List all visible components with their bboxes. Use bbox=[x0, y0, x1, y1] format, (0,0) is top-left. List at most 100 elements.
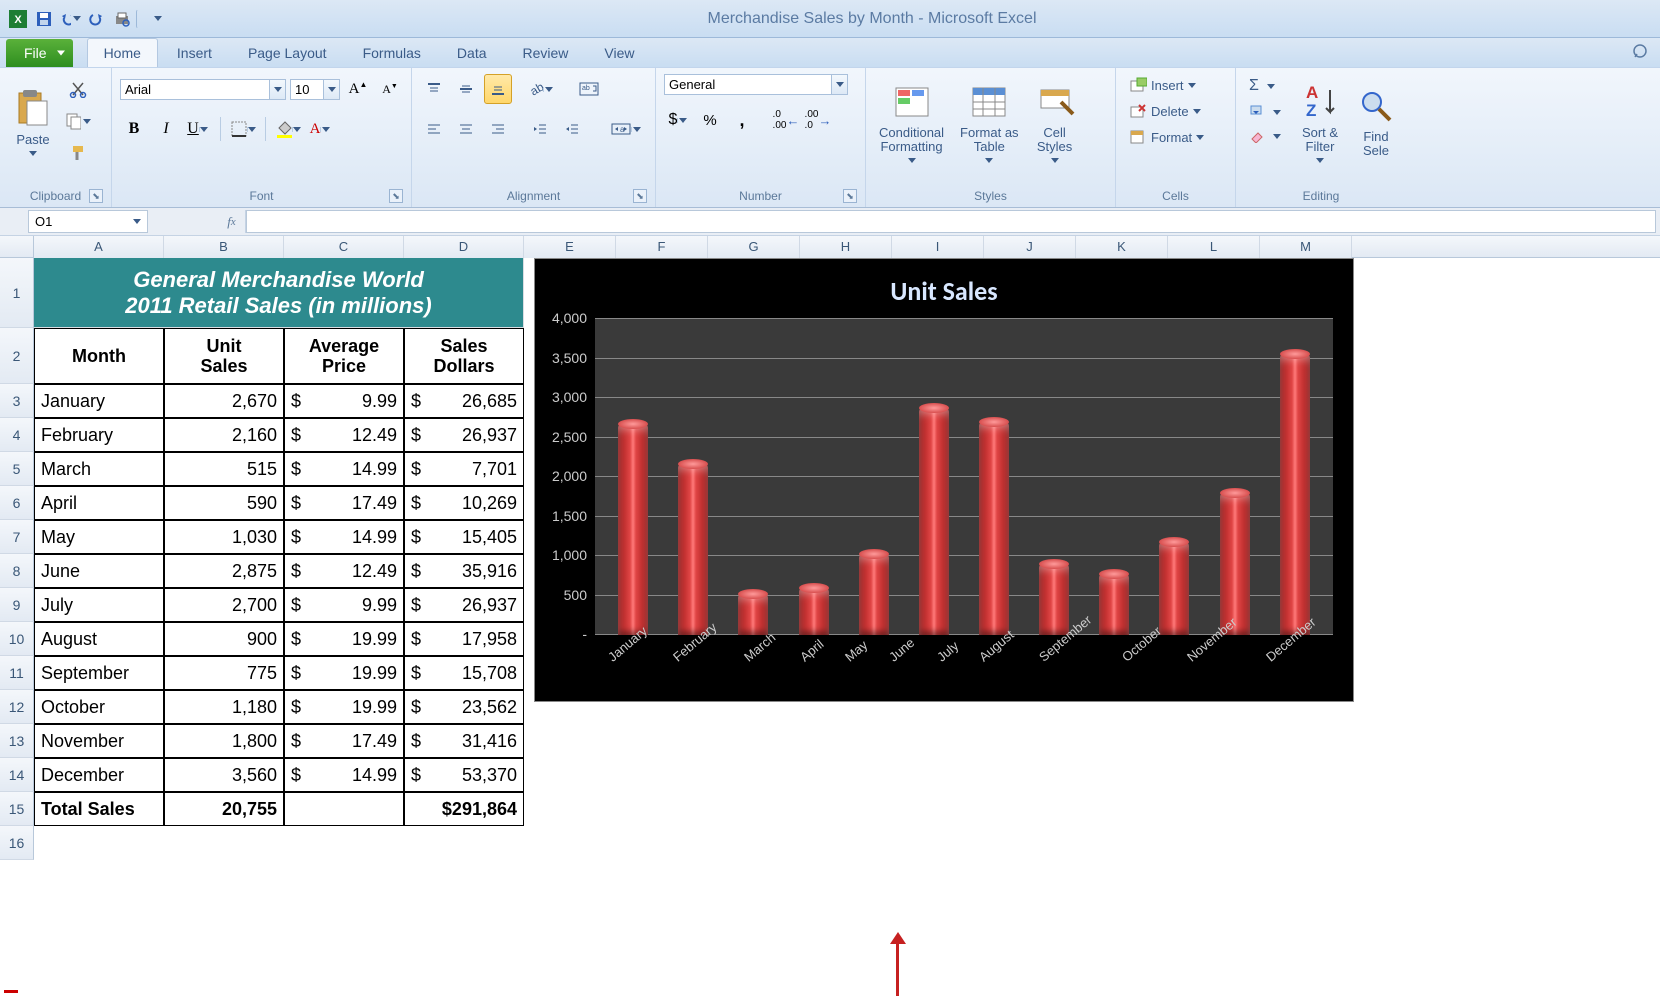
fx-icon[interactable]: fx bbox=[218, 210, 246, 233]
chart-bar-july[interactable] bbox=[979, 422, 1009, 635]
embedded-chart[interactable]: Unit Sales -5001,0001,5002,0002,5003,000… bbox=[534, 258, 1354, 702]
formula-input[interactable] bbox=[246, 210, 1656, 233]
bold-button[interactable]: B bbox=[120, 114, 148, 144]
font-color-button[interactable]: A bbox=[306, 114, 334, 144]
clipboard-launcher[interactable]: ⬊ bbox=[89, 189, 103, 203]
cell-total-price[interactable] bbox=[284, 792, 404, 826]
cell-dollars-5[interactable]: $7,701 bbox=[404, 452, 524, 486]
cell-dollars-11[interactable]: $15,708 bbox=[404, 656, 524, 690]
borders-button[interactable] bbox=[229, 114, 257, 144]
conditional-formatting-button[interactable]: Conditional Formatting bbox=[874, 74, 949, 170]
increase-indent-button[interactable] bbox=[558, 114, 586, 144]
cell-dollars-7[interactable]: $15,405 bbox=[404, 520, 524, 554]
insert-cells-button[interactable]: Insert bbox=[1124, 74, 1201, 96]
row-header-13[interactable]: 13 bbox=[0, 724, 34, 758]
row-header-11[interactable]: 11 bbox=[0, 656, 34, 690]
row-header-6[interactable]: 6 bbox=[0, 486, 34, 520]
align-right-button[interactable] bbox=[484, 114, 512, 144]
col-header-F[interactable]: F bbox=[616, 236, 708, 258]
cell-price-3[interactable]: $9.99 bbox=[284, 384, 404, 418]
cell-total-dollars[interactable]: $291,864 bbox=[404, 792, 524, 826]
cell-units-12[interactable]: 1,180 bbox=[164, 690, 284, 724]
sort-filter-button[interactable]: AZSort & Filter bbox=[1292, 74, 1348, 170]
ribbon-tab-view[interactable]: View bbox=[587, 38, 651, 67]
cell-dollars-9[interactable]: $26,937 bbox=[404, 588, 524, 622]
col-header-E[interactable]: E bbox=[524, 236, 616, 258]
col-header-B[interactable]: B bbox=[164, 236, 284, 258]
name-box[interactable] bbox=[28, 210, 148, 233]
chart-bar-december[interactable] bbox=[1280, 354, 1310, 635]
cell-units-9[interactable]: 2,700 bbox=[164, 588, 284, 622]
cell-month-10[interactable]: August bbox=[34, 622, 164, 656]
decrease-indent-button[interactable] bbox=[526, 114, 554, 144]
help-icon[interactable] bbox=[1628, 39, 1652, 63]
customize-qat-icon[interactable] bbox=[146, 7, 170, 31]
cell-units-10[interactable]: 900 bbox=[164, 622, 284, 656]
col-header-A[interactable]: A bbox=[34, 236, 164, 258]
delete-cells-button[interactable]: Delete bbox=[1124, 100, 1206, 122]
cell-dollars-10[interactable]: $17,958 bbox=[404, 622, 524, 656]
redo-icon[interactable] bbox=[84, 7, 108, 31]
cell-units-4[interactable]: 2,160 bbox=[164, 418, 284, 452]
align-bottom-button[interactable] bbox=[484, 74, 512, 104]
row-header-16[interactable]: 16 bbox=[0, 826, 34, 860]
row-header-12[interactable]: 12 bbox=[0, 690, 34, 724]
comma-button[interactable]: , bbox=[728, 105, 756, 135]
cell-month-6[interactable]: April bbox=[34, 486, 164, 520]
row-header-2[interactable]: 2 bbox=[0, 328, 34, 384]
cell-dollars-3[interactable]: $26,685 bbox=[404, 384, 524, 418]
cell-units-13[interactable]: 1,800 bbox=[164, 724, 284, 758]
increase-decimal-button[interactable]: .0.00← bbox=[772, 105, 800, 135]
orientation-button[interactable]: ab bbox=[526, 74, 554, 104]
col-header-K[interactable]: K bbox=[1076, 236, 1168, 258]
col-header-C[interactable]: C bbox=[284, 236, 404, 258]
row-header-5[interactable]: 5 bbox=[0, 452, 34, 486]
number-format-input[interactable] bbox=[664, 74, 832, 95]
cell-price-14[interactable]: $14.99 bbox=[284, 758, 404, 792]
header-dollars[interactable]: SalesDollars bbox=[404, 328, 524, 384]
col-header-G[interactable]: G bbox=[708, 236, 800, 258]
cell-month-14[interactable]: December bbox=[34, 758, 164, 792]
chart-bar-february[interactable] bbox=[678, 464, 708, 635]
percent-button[interactable]: % bbox=[696, 105, 724, 135]
align-top-button[interactable] bbox=[420, 74, 448, 104]
col-header-J[interactable]: J bbox=[984, 236, 1076, 258]
cell-price-10[interactable]: $19.99 bbox=[284, 622, 404, 656]
cell-month-11[interactable]: September bbox=[34, 656, 164, 690]
print-preview-icon[interactable] bbox=[110, 7, 134, 31]
row-header-8[interactable]: 8 bbox=[0, 554, 34, 588]
find-select-button[interactable]: Find Sele bbox=[1354, 74, 1398, 170]
font-size-combo[interactable] bbox=[290, 79, 340, 100]
cell-dollars-14[interactable]: $53,370 bbox=[404, 758, 524, 792]
cell-price-13[interactable]: $17.49 bbox=[284, 724, 404, 758]
cell-dollars-8[interactable]: $35,916 bbox=[404, 554, 524, 588]
cell-month-4[interactable]: February bbox=[34, 418, 164, 452]
cell-month-9[interactable]: July bbox=[34, 588, 164, 622]
ribbon-tab-insert[interactable]: Insert bbox=[160, 38, 229, 67]
cell-price-12[interactable]: $19.99 bbox=[284, 690, 404, 724]
chart-bar-january[interactable] bbox=[618, 424, 648, 635]
merge-center-button[interactable]: a bbox=[604, 114, 648, 144]
worksheet-grid[interactable]: ABCDEFGHIJKLM 12345678910111213141516 Un… bbox=[0, 236, 1660, 996]
format-as-table-button[interactable]: Format as Table bbox=[955, 74, 1024, 170]
fill-color-button[interactable] bbox=[274, 114, 302, 144]
cell-total-label[interactable]: Total Sales bbox=[34, 792, 164, 826]
cell-month-7[interactable]: May bbox=[34, 520, 164, 554]
cell-dollars-4[interactable]: $26,937 bbox=[404, 418, 524, 452]
ribbon-tab-data[interactable]: Data bbox=[440, 38, 504, 67]
format-painter-button[interactable] bbox=[64, 138, 92, 168]
clear-button[interactable] bbox=[1244, 126, 1286, 146]
col-header-L[interactable]: L bbox=[1168, 236, 1260, 258]
row-header-9[interactable]: 9 bbox=[0, 588, 34, 622]
cell-units-11[interactable]: 775 bbox=[164, 656, 284, 690]
cell-month-3[interactable]: January bbox=[34, 384, 164, 418]
shrink-font-button[interactable]: A▼ bbox=[376, 74, 404, 104]
chart-bar-march[interactable] bbox=[738, 594, 768, 635]
wrap-text-button[interactable]: ab bbox=[572, 74, 606, 104]
row-header-7[interactable]: 7 bbox=[0, 520, 34, 554]
cell-dollars-12[interactable]: $23,562 bbox=[404, 690, 524, 724]
accounting-format-button[interactable]: $ bbox=[664, 105, 692, 135]
autosum-button[interactable]: Σ bbox=[1244, 74, 1286, 98]
chart-bar-september[interactable] bbox=[1099, 574, 1129, 635]
cell-dollars-6[interactable]: $10,269 bbox=[404, 486, 524, 520]
